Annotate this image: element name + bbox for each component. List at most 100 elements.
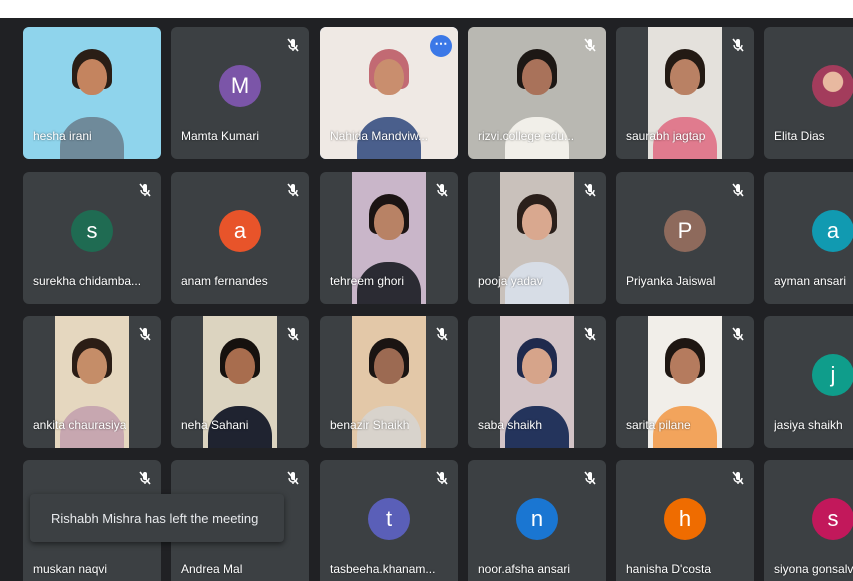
participant-tile[interactable]: tehreem ghori bbox=[320, 172, 458, 304]
mic-off-icon bbox=[582, 182, 598, 198]
mic-off-icon bbox=[434, 470, 450, 486]
participant-name: rizvi.college edu... bbox=[478, 129, 575, 143]
avatar-initial: a bbox=[233, 218, 247, 243]
participant-tile[interactable]: pooja yadav bbox=[468, 172, 606, 304]
mic-off-icon bbox=[730, 470, 746, 486]
more-options-icon[interactable]: ⋯ bbox=[430, 35, 452, 57]
avatar: a bbox=[812, 210, 853, 252]
participant-tile[interactable]: j jasiya shaikh bbox=[764, 316, 853, 448]
mic-off-icon bbox=[137, 326, 153, 342]
participant-name: saurabh jagtap bbox=[626, 129, 706, 143]
mic-off-icon bbox=[730, 182, 746, 198]
avatar: s bbox=[812, 498, 853, 540]
notification-toast: Rishabh Mishra has left the meeting bbox=[30, 494, 284, 542]
participant-name: saba shaikh bbox=[478, 418, 543, 432]
participant-tile[interactable]: M Mamta Kumari bbox=[171, 27, 309, 159]
participant-name: ankita chaurasiya bbox=[33, 418, 127, 432]
participant-name: pooja yadav bbox=[478, 274, 543, 288]
mic-off-icon bbox=[285, 326, 301, 342]
participant-name: sarita pilane bbox=[626, 418, 691, 432]
person-face bbox=[77, 348, 107, 384]
avatar-initial: s bbox=[827, 506, 839, 531]
participant-name: ayman ansari bbox=[774, 274, 847, 288]
participant-name: Elita Dias bbox=[774, 129, 825, 143]
avatar: j bbox=[812, 354, 853, 396]
person-face bbox=[670, 59, 700, 95]
mic-off-icon bbox=[582, 37, 598, 53]
avatar: n bbox=[516, 498, 558, 540]
participant-name: Nahida Mandviw... bbox=[330, 129, 429, 143]
participant-tile[interactable]: a anam fernandes bbox=[171, 172, 309, 304]
avatar bbox=[812, 65, 853, 107]
avatar-initial: s bbox=[86, 218, 98, 243]
participant-tile[interactable]: t tasbeeha.khanam... bbox=[320, 460, 458, 581]
participant-name: hesha irani bbox=[33, 129, 92, 143]
participant-name: Andrea Mal bbox=[181, 562, 243, 576]
participant-name: tasbeeha.khanam... bbox=[330, 562, 436, 576]
participant-name: hanisha D'costa bbox=[626, 562, 712, 576]
mic-off-icon bbox=[582, 470, 598, 486]
participant-name: noor.afsha ansari bbox=[478, 562, 571, 576]
avatar: s bbox=[71, 210, 113, 252]
participant-tile[interactable]: Elita Dias bbox=[764, 27, 853, 159]
participant-tile[interactable]: h hanisha D'costa bbox=[616, 460, 754, 581]
person-face bbox=[374, 59, 404, 95]
participant-tile[interactable]: saurabh jagtap bbox=[616, 27, 754, 159]
participant-tile[interactable]: benazir Shaikh bbox=[320, 316, 458, 448]
avatar: a bbox=[219, 210, 261, 252]
person-face bbox=[374, 204, 404, 240]
participant-name: Mamta Kumari bbox=[181, 129, 260, 143]
person-face bbox=[77, 59, 107, 95]
avatar-initial: h bbox=[678, 506, 692, 531]
participant-tile[interactable]: Nahida Mandviw... ⋯ bbox=[320, 27, 458, 159]
mic-off-icon bbox=[137, 470, 153, 486]
participant-tile[interactable]: sarita pilane bbox=[616, 316, 754, 448]
avatar-initial: P bbox=[677, 218, 693, 243]
avatar-initial: j bbox=[830, 362, 836, 387]
mic-off-icon bbox=[285, 37, 301, 53]
participant-tile[interactable]: n noor.afsha ansari bbox=[468, 460, 606, 581]
top-bar bbox=[0, 0, 853, 18]
mic-off-icon bbox=[582, 326, 598, 342]
participant-name: muskan naqvi bbox=[33, 562, 108, 576]
participant-name: Priyanka Jaiswal bbox=[626, 274, 716, 288]
avatar-initial: t bbox=[385, 506, 393, 531]
avatar-initial: a bbox=[826, 218, 840, 243]
avatar: t bbox=[368, 498, 410, 540]
mic-off-icon bbox=[730, 326, 746, 342]
person-face bbox=[670, 348, 700, 384]
person-face bbox=[522, 204, 552, 240]
participant-tile[interactable]: s surekha chidamba... bbox=[23, 172, 161, 304]
participant-name: tehreem ghori bbox=[330, 274, 405, 288]
participant-tile[interactable]: rizvi.college edu... bbox=[468, 27, 606, 159]
participant-tile[interactable]: s siyona gonsalv... bbox=[764, 460, 853, 581]
participant-name: jasiya shaikh bbox=[774, 418, 843, 432]
participant-tile[interactable]: ankita chaurasiya bbox=[23, 316, 161, 448]
participant-name: anam fernandes bbox=[181, 274, 268, 288]
avatar: M bbox=[219, 65, 261, 107]
mic-off-icon bbox=[285, 182, 301, 198]
avatar: h bbox=[664, 498, 706, 540]
avatar-initial: M bbox=[230, 73, 250, 98]
participant-name: surekha chidamba... bbox=[33, 274, 142, 288]
participant-name: benazir Shaikh bbox=[330, 418, 410, 432]
toast-message: Rishabh Mishra has left the meeting bbox=[51, 510, 259, 526]
participant-tile[interactable]: a ayman ansari bbox=[764, 172, 853, 304]
mic-off-icon bbox=[730, 37, 746, 53]
participant-name: siyona gonsalv... bbox=[774, 562, 853, 576]
mic-off-icon bbox=[137, 182, 153, 198]
person-face bbox=[522, 348, 552, 384]
mic-off-icon bbox=[434, 182, 450, 198]
avatar: P bbox=[664, 210, 706, 252]
mic-off-icon bbox=[285, 470, 301, 486]
person-face bbox=[374, 348, 404, 384]
avatar-initial: n bbox=[530, 506, 544, 531]
person-face bbox=[225, 348, 255, 384]
participant-name: neha Sahani bbox=[181, 418, 249, 432]
mic-off-icon bbox=[434, 326, 450, 342]
participant-tile[interactable]: neha Sahani bbox=[171, 316, 309, 448]
participant-tile[interactable]: saba shaikh bbox=[468, 316, 606, 448]
person-face bbox=[522, 59, 552, 95]
participant-tile[interactable]: P Priyanka Jaiswal bbox=[616, 172, 754, 304]
participant-tile[interactable]: hesha irani bbox=[23, 27, 161, 159]
